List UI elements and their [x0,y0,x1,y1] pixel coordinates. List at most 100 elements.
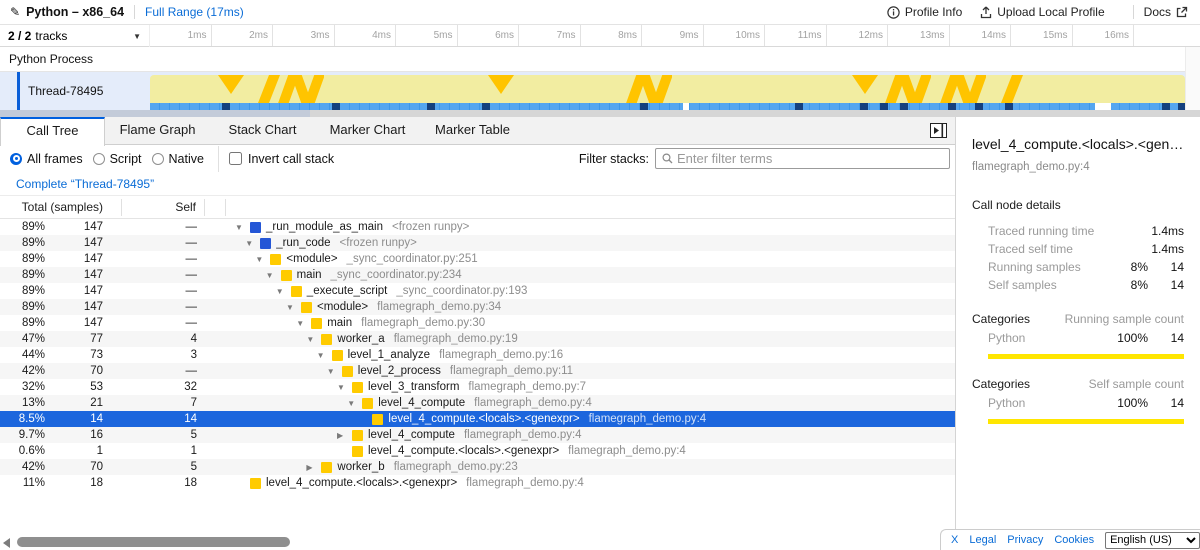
cell-total: 11%18 [0,475,122,491]
category-square-icon [260,238,271,249]
scroll-left-arrow-icon[interactable] [3,538,10,548]
timeline-tick: 6ms [458,25,520,46]
collapse-arrow-icon[interactable]: ▼ [284,303,301,312]
footer-link-privacy[interactable]: Privacy [1007,534,1043,546]
expand-arrow-icon[interactable]: ▶ [304,463,321,472]
timeline-scrollbar[interactable] [0,110,1200,117]
horizontal-scrollbar-thumb[interactable] [17,537,290,547]
thread-track-label: Thread-78495 [28,72,103,110]
docs-button[interactable]: Docs [1144,5,1188,19]
category-square-icon [352,382,363,393]
collapse-arrow-icon[interactable]: ▼ [233,223,250,232]
column-header-total[interactable]: Total (samples) [0,199,122,216]
collapse-arrow-icon[interactable]: ▼ [274,287,291,296]
collapse-arrow-icon[interactable]: ▼ [264,271,281,280]
profile-info-label: Profile Info [905,5,962,19]
timeline-tick: 13ms [888,25,950,46]
radio-label: All frames [27,152,83,166]
category-row: Python100%14 [972,393,1184,413]
table-row[interactable]: 47%774▼worker_aflamegraph_demo.py:19 [0,331,955,347]
table-row[interactable]: 13%217▼level_4_computeflamegraph_demo.py… [0,395,955,411]
function-name: worker_a [337,333,384,345]
tab-call-tree[interactable]: Call Tree [0,117,105,146]
table-row[interactable]: 89%147—▼_execute_script_sync_coordinator… [0,283,955,299]
total-percent: 89% [0,283,45,299]
radio-script[interactable] [93,153,105,165]
upload-profile-button[interactable]: Upload Local Profile [980,5,1104,19]
expand-arrow-icon[interactable]: ▶ [335,431,352,440]
profile-info-button[interactable]: Profile Info [887,5,962,19]
table-row[interactable]: 44%733▼level_1_analyzeflamegraph_demo.py… [0,347,955,363]
breadcrumb-thread-link[interactable]: Complete “Thread-78495” [16,177,154,191]
tracks-dropdown[interactable]: 2 / 2 tracks ▼ [0,25,150,47]
function-name: level_4_compute.<locals>.<genexpr> [266,477,457,489]
detail-row: Traced running time1.4ms [972,222,1184,240]
language-select[interactable]: English (US) [1105,532,1200,549]
function-name: level_1_analyze [348,349,430,361]
total-percent: 9.7% [0,427,45,443]
category-square-icon [321,334,332,345]
collapse-arrow-icon[interactable]: ▼ [253,255,270,264]
table-row[interactable]: 11%1818level_4_compute.<locals>.<genexpr… [0,475,955,491]
cell-self: — [122,251,205,267]
table-row[interactable]: 0.6%11level_4_compute.<locals>.<genexpr>… [0,443,955,459]
footer-link-x[interactable]: X [951,534,958,546]
table-row[interactable]: 89%147—▼<module>flamegraph_demo.py:34 [0,299,955,315]
sidebar-toggle-button[interactable] [930,123,947,138]
thread-activity-graph[interactable] [150,72,1185,110]
radio-all-frames[interactable] [10,153,22,165]
footer-link-legal[interactable]: Legal [969,534,996,546]
collapse-arrow-icon[interactable]: ▼ [294,319,311,328]
table-row[interactable]: 42%70—▼level_2_processflamegraph_demo.py… [0,363,955,379]
cpu-dip-marker [626,75,672,103]
column-header-self[interactable]: Self [122,199,205,216]
timeline-header: 2 / 2 tracks ▼ 1ms2ms3ms4ms5ms6ms7ms8ms9… [0,25,1200,47]
cpu-dip-marker [486,75,532,103]
table-row[interactable]: 8.5%1414level_4_compute.<locals>.<genexp… [0,411,955,427]
tab-marker-chart[interactable]: Marker Chart [315,117,420,145]
sample-marker [795,103,803,110]
edit-name-icon[interactable]: ✎ [10,5,20,19]
tracks-label: tracks [35,29,67,43]
collapse-arrow-icon[interactable]: ▼ [345,399,362,408]
tab-flame-graph[interactable]: Flame Graph [105,117,210,145]
category-square-icon [270,254,281,265]
collapse-arrow-icon[interactable]: ▼ [335,383,352,392]
cell-self: 32 [122,379,205,395]
thread-track[interactable]: Thread-78495 [0,72,1200,110]
detail-percent: 8% [1112,260,1148,274]
collapse-arrow-icon[interactable]: ▼ [315,351,332,360]
table-row[interactable]: 89%147—▼_run_code<frozen runpy> [0,235,955,251]
table-row[interactable]: 89%147—▼mainflamegraph_demo.py:30 [0,315,955,331]
collapse-arrow-icon[interactable]: ▼ [325,367,342,376]
cell-total: 89%147 [0,299,122,315]
radio-native[interactable] [152,153,164,165]
cell-function: ▼<module>flamegraph_demo.py:34 [226,299,955,315]
tracks-scrollbar[interactable] [1185,47,1200,110]
total-percent: 8.5% [0,411,45,427]
invert-call-stack-checkbox[interactable] [229,152,242,165]
function-location: <frozen runpy> [340,237,417,249]
process-track-header[interactable]: Python Process [0,47,1200,72]
tab-stack-chart[interactable]: Stack Chart [210,117,315,145]
function-name: <module> [286,253,337,265]
call-tree: 89%147—▼_run_module_as_main<frozen runpy… [0,219,955,491]
table-row[interactable]: 42%705▶worker_bflamegraph_demo.py:23 [0,459,955,475]
collapse-arrow-icon[interactable]: ▼ [243,239,260,248]
total-percent: 89% [0,251,45,267]
collapse-arrow-icon[interactable]: ▼ [304,335,321,344]
table-row[interactable]: 89%147—▼main_sync_coordinator.py:234 [0,267,955,283]
tab-marker-table[interactable]: Marker Table [420,117,525,145]
timeline-scrollbar-thumb[interactable] [0,110,310,117]
detail-label: Running samples [988,260,1112,274]
footer-link-cookies[interactable]: Cookies [1054,534,1094,546]
categories-heading: Categories [972,377,1089,391]
full-range-link[interactable]: Full Range (17ms) [145,5,244,19]
table-row[interactable]: 9.7%165▶level_4_computeflamegraph_demo.p… [0,427,955,443]
timeline-tick: 14ms [950,25,1012,46]
table-row[interactable]: 89%147—▼<module>_sync_coordinator.py:251 [0,251,955,267]
table-row[interactable]: 89%147—▼_run_module_as_main<frozen runpy… [0,219,955,235]
table-row[interactable]: 32%5332▼level_3_transformflamegraph_demo… [0,379,955,395]
detail-value: 14 [1148,260,1184,274]
filter-stacks-input[interactable] [677,151,949,166]
